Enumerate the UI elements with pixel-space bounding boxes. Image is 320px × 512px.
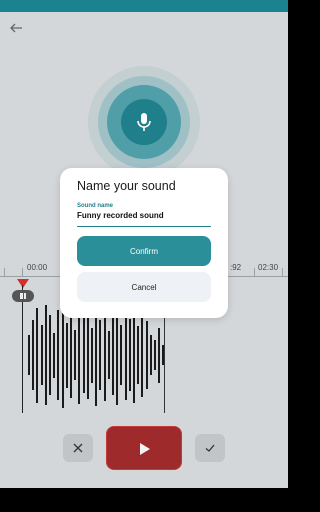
waveform-bar	[78, 306, 81, 404]
waveform-bar	[158, 327, 161, 383]
waveform-bar	[28, 335, 30, 375]
cancel-button[interactable]: Cancel	[77, 272, 211, 302]
waveform-bar	[74, 330, 77, 380]
waveform-bar	[40, 325, 43, 385]
close-icon	[73, 443, 83, 453]
playhead-marker[interactable]	[17, 279, 29, 288]
waveform-bar	[124, 310, 127, 400]
waveform-bar	[133, 307, 135, 403]
input-underline	[77, 226, 211, 227]
name-sound-dialog: Name your sound Sound name Funny recorde…	[60, 168, 228, 318]
waveform-bar	[86, 311, 89, 399]
waveform-bar	[49, 315, 51, 395]
check-icon	[205, 444, 215, 452]
playback-controls	[0, 426, 288, 470]
waveform-bar	[53, 332, 56, 378]
waveform-bar	[44, 305, 47, 405]
waveform-bar	[149, 335, 152, 375]
waveform-bar	[99, 320, 102, 390]
dialog-title: Name your sound	[77, 179, 176, 193]
record-area	[88, 66, 200, 178]
microphone-icon	[137, 113, 151, 131]
waveform-bar	[57, 310, 60, 400]
play-button[interactable]	[106, 426, 182, 470]
timeline-label-end: 02:30	[258, 263, 279, 272]
timeline-label-mid: :92	[230, 263, 242, 272]
play-icon	[140, 443, 150, 455]
status-bar	[0, 0, 288, 12]
waveform-bar	[137, 326, 140, 384]
waveform-bar	[120, 325, 123, 385]
waveform-bar	[141, 313, 144, 397]
waveform-bar	[112, 315, 114, 395]
waveform-bar	[82, 317, 85, 393]
system-nav-bar	[0, 488, 288, 512]
back-button[interactable]	[8, 20, 24, 36]
recorder-screen: 00:00 :92 02:30 Name your sound Sound na…	[0, 0, 288, 488]
discard-button[interactable]	[63, 434, 93, 462]
waveform-bar	[128, 319, 131, 391]
waveform-bar	[36, 307, 39, 403]
waveform-bar	[103, 309, 106, 401]
sound-name-input[interactable]: Funny recorded sound	[77, 211, 211, 220]
arrow-left-icon	[10, 23, 22, 33]
waveform-bar	[107, 331, 110, 379]
waveform-bar	[116, 305, 119, 405]
waveform-bar	[70, 312, 72, 398]
waveform-bar	[162, 345, 165, 365]
waveform-bar	[65, 322, 68, 388]
timeline-label-start: 00:00	[27, 263, 48, 272]
waveform-bar	[32, 320, 35, 390]
waveform-bar	[91, 327, 93, 383]
waveform-bar	[61, 302, 64, 408]
save-button[interactable]	[195, 434, 225, 462]
waveform-bar	[95, 304, 98, 406]
record-button[interactable]	[121, 99, 167, 145]
waveform-bar	[154, 340, 156, 370]
confirm-button[interactable]: Confirm	[77, 236, 211, 266]
trim-start-handle[interactable]	[12, 290, 34, 302]
waveform-bar	[145, 321, 148, 389]
sound-name-label: Sound name	[77, 203, 114, 209]
